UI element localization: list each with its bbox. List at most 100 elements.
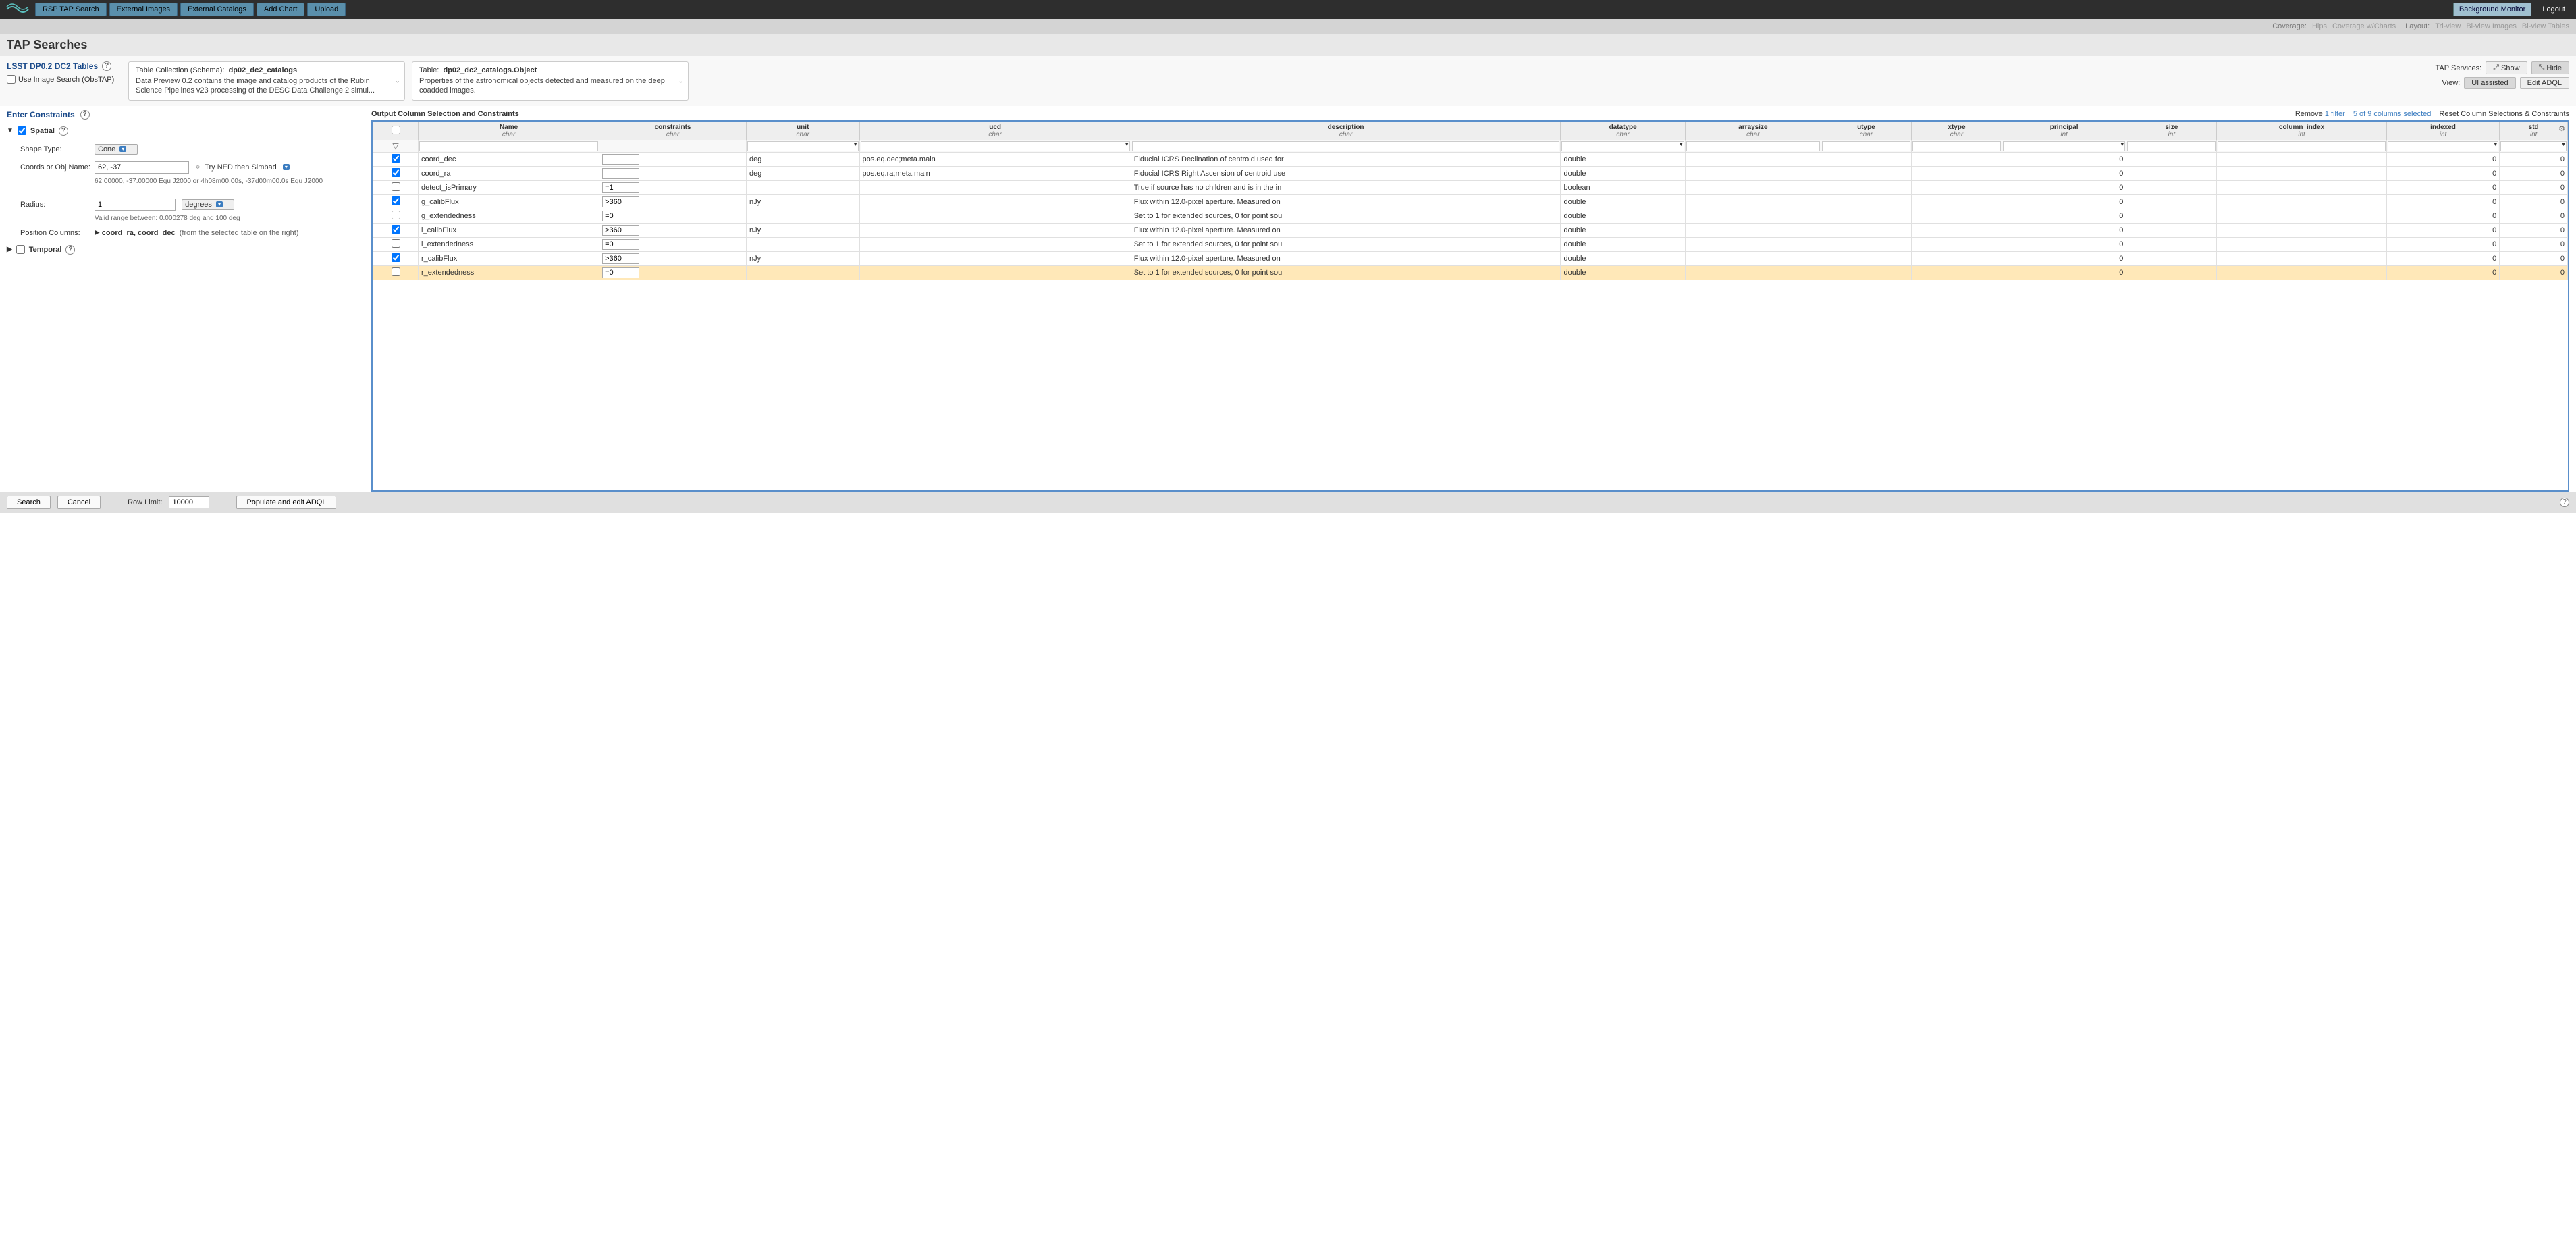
table-row[interactable]: g_calibFluxnJyFlux within 12.0-pixel ape… xyxy=(373,194,2568,209)
col-principal[interactable]: principalint xyxy=(2002,122,2126,140)
remove-filter-link[interactable]: Remove xyxy=(2295,110,2323,118)
table-dropdown[interactable]: Table: dp02_dc2_catalogs.Object Properti… xyxy=(412,61,689,101)
temporal-checkbox[interactable] xyxy=(16,245,25,254)
col-column-index[interactable]: column_indexint xyxy=(2217,122,2386,140)
help-icon[interactable]: ? xyxy=(59,126,68,136)
ui-assisted-button[interactable]: UI assisted xyxy=(2464,77,2515,89)
coverage-hips[interactable]: Hips xyxy=(2312,22,2327,30)
table-row[interactable]: i_calibFluxnJyFlux within 12.0-pixel ape… xyxy=(373,223,2568,237)
columns-selected[interactable]: 5 of 9 columns selected xyxy=(2353,110,2432,118)
target-icon[interactable]: ⌖ xyxy=(195,161,200,173)
constraint-input[interactable] xyxy=(602,196,639,207)
layout-biview-images[interactable]: Bi-view Images xyxy=(2466,22,2517,30)
logout-link[interactable]: Logout xyxy=(2537,5,2571,14)
filter-indexed[interactable] xyxy=(2388,141,2499,151)
col-unit[interactable]: unitchar xyxy=(746,122,859,140)
constraint-input[interactable] xyxy=(602,225,639,236)
filter-desc[interactable] xyxy=(1132,141,1560,151)
col-constraints[interactable]: constraintschar xyxy=(599,122,747,140)
filter-name[interactable] xyxy=(419,141,598,151)
row-checkbox[interactable] xyxy=(392,196,400,205)
upload-button[interactable]: Upload xyxy=(307,3,346,16)
help-icon[interactable]: ? xyxy=(102,61,111,71)
constraint-input[interactable] xyxy=(602,267,639,278)
dropdown-icon[interactable]: ▾ xyxy=(283,164,290,170)
filter-principal[interactable] xyxy=(2003,141,2125,151)
col-name[interactable]: Namechar xyxy=(419,122,599,140)
constraint-input[interactable] xyxy=(602,154,639,165)
search-button[interactable]: Search xyxy=(7,496,51,509)
table-row[interactable]: r_extendednessSet to 1 for extended sour… xyxy=(373,265,2568,280)
coords-input[interactable] xyxy=(95,161,189,174)
filter-colindex[interactable] xyxy=(2218,141,2385,151)
radius-unit-select[interactable]: degrees▾ xyxy=(182,199,234,210)
filter-datatype[interactable] xyxy=(1561,141,1684,151)
select-all-checkbox[interactable] xyxy=(392,126,400,134)
spatial-checkbox[interactable] xyxy=(18,126,26,135)
table-row[interactable]: g_extendednessSet to 1 for extended sour… xyxy=(373,209,2568,223)
filter-size[interactable] xyxy=(2127,141,2216,151)
row-checkbox[interactable] xyxy=(392,168,400,177)
row-checkbox[interactable] xyxy=(392,267,400,276)
constraint-input[interactable] xyxy=(602,211,639,221)
filter-icon[interactable]: ▽ xyxy=(392,141,398,151)
show-services-button[interactable]: ⤢ Show xyxy=(2486,61,2527,74)
help-icon[interactable]: ? xyxy=(65,245,75,255)
row-checkbox[interactable] xyxy=(392,154,400,163)
caret-down-icon[interactable]: ▼ xyxy=(7,127,14,134)
reset-columns-link[interactable]: Reset Column Selections & Constraints xyxy=(2439,110,2569,118)
col-std[interactable]: stdint xyxy=(2500,122,2568,140)
rubin-logo-icon[interactable] xyxy=(5,3,30,16)
table-row[interactable]: coord_decdegpos.eq.dec;meta.mainFiducial… xyxy=(373,152,2568,166)
filter-unit[interactable] xyxy=(747,141,859,151)
row-checkbox[interactable] xyxy=(392,211,400,219)
filter-arraysize[interactable] xyxy=(1686,141,1820,151)
external-images-button[interactable]: External Images xyxy=(109,3,178,16)
col-datatype[interactable]: datatypechar xyxy=(1561,122,1685,140)
row-checkbox[interactable] xyxy=(392,253,400,262)
coverage-charts[interactable]: Coverage w/Charts xyxy=(2332,22,2396,30)
row-checkbox[interactable] xyxy=(392,225,400,234)
edit-adql-button[interactable]: Edit ADQL xyxy=(2520,77,2569,89)
help-icon[interactable]: ? xyxy=(2560,498,2569,507)
layout-triview[interactable]: Tri-view xyxy=(2435,22,2461,30)
constraint-input[interactable] xyxy=(602,253,639,264)
shape-type-select[interactable]: Cone▾ xyxy=(95,144,138,155)
layout-biview-tables[interactable]: Bi-view Tables xyxy=(2522,22,2569,30)
obstap-checkbox[interactable] xyxy=(7,75,16,84)
table-row[interactable]: detect_isPrimaryTrue if source has no ch… xyxy=(373,180,2568,194)
filter-std[interactable] xyxy=(2500,141,2567,151)
table-row[interactable]: i_extendednessSet to 1 for extended sour… xyxy=(373,237,2568,251)
caret-right-icon[interactable]: ▶ xyxy=(95,229,100,236)
gear-icon[interactable]: ⚙ xyxy=(2558,124,2565,133)
constraint-input[interactable] xyxy=(602,168,639,179)
col-xtype[interactable]: xtypechar xyxy=(1911,122,2002,140)
col-description[interactable]: descriptionchar xyxy=(1131,122,1561,140)
row-checkbox[interactable] xyxy=(392,182,400,191)
add-chart-button[interactable]: Add Chart xyxy=(257,3,305,16)
external-catalogs-button[interactable]: External Catalogs xyxy=(180,3,254,16)
schema-dropdown[interactable]: Table Collection (Schema): dp02_dc2_cata… xyxy=(128,61,405,101)
constraint-input[interactable] xyxy=(602,239,639,250)
constraint-input[interactable] xyxy=(602,182,639,193)
col-utype[interactable]: utypechar xyxy=(1821,122,1911,140)
table-row[interactable]: coord_radegpos.eq.ra;meta.mainFiducial I… xyxy=(373,166,2568,180)
rsp-tap-search-button[interactable]: RSP TAP Search xyxy=(35,3,107,16)
filter-utype[interactable] xyxy=(1822,141,1910,151)
filter-xtype[interactable] xyxy=(1912,141,2001,151)
radius-input[interactable] xyxy=(95,199,176,211)
hide-services-button[interactable]: ⤡ Hide xyxy=(2531,61,2569,74)
filter-ucd[interactable] xyxy=(861,141,1130,151)
help-icon[interactable]: ? xyxy=(80,110,90,120)
caret-right-icon[interactable]: ▶ xyxy=(7,246,12,253)
col-size[interactable]: sizeint xyxy=(2126,122,2217,140)
col-ucd[interactable]: ucdchar xyxy=(859,122,1131,140)
row-limit-input[interactable] xyxy=(169,496,209,508)
populate-adql-button[interactable]: Populate and edit ADQL xyxy=(236,496,336,509)
background-monitor-button[interactable]: Background Monitor xyxy=(2453,3,2531,16)
col-arraysize[interactable]: arraysizechar xyxy=(1685,122,1821,140)
cancel-button[interactable]: Cancel xyxy=(57,496,101,509)
table-row[interactable]: r_calibFluxnJyFlux within 12.0-pixel ape… xyxy=(373,251,2568,265)
col-indexed[interactable]: indexedint xyxy=(2386,122,2500,140)
row-checkbox[interactable] xyxy=(392,239,400,248)
